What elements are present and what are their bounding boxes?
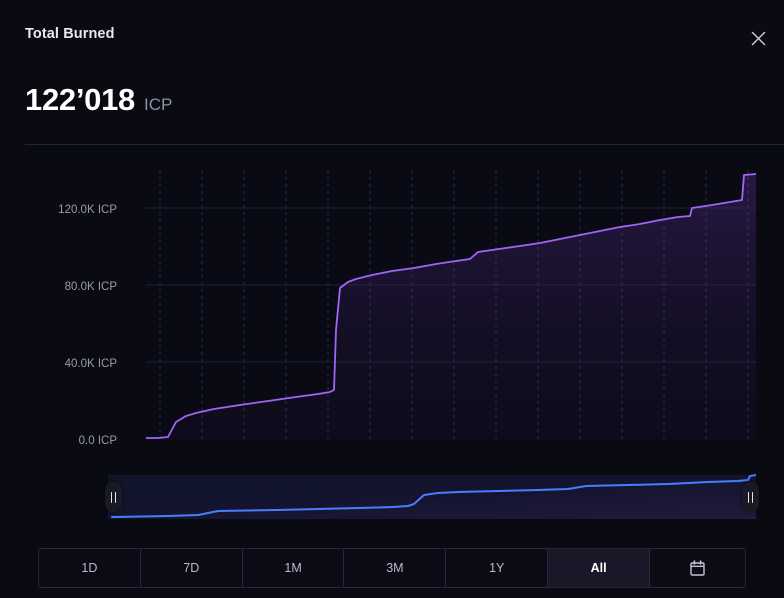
page-title: Total Burned xyxy=(25,26,115,42)
burn-chart[interactable]: 120.0K ICP 80.0K ICP 40.0K ICP 0.0 ICP 2… xyxy=(0,160,784,460)
header-divider xyxy=(25,144,784,145)
chart-range-brush[interactable] xyxy=(108,473,756,521)
calendar-icon[interactable] xyxy=(650,549,745,587)
brush-svg xyxy=(108,473,756,521)
close-icon[interactable] xyxy=(742,22,774,54)
y-tick-label: 120.0K ICP xyxy=(58,204,117,216)
handle-grip-bar xyxy=(115,492,117,503)
total-burned-unit: ICP xyxy=(144,95,172,115)
handle-grip-bar xyxy=(748,492,750,503)
total-burned-value-row: 122’018 ICP xyxy=(25,82,172,118)
handle-grip-bar xyxy=(111,492,113,503)
handle-grip-bar xyxy=(752,492,754,503)
range-button-7d[interactable]: 7D xyxy=(141,549,243,587)
y-tick-label: 0.0 ICP xyxy=(79,435,118,447)
range-selector: 1D 7D 1M 3M 1Y All xyxy=(38,548,746,588)
brush-selection-area[interactable] xyxy=(108,475,756,519)
range-button-1d[interactable]: 1D xyxy=(39,549,141,587)
y-axis-ticks: 120.0K ICP 80.0K ICP 40.0K ICP 0.0 ICP xyxy=(58,204,117,447)
total-burned-panel: Total Burned 122’018 ICP xyxy=(0,0,784,598)
range-button-1y[interactable]: 1Y xyxy=(446,549,548,587)
panel-header: Total Burned xyxy=(0,0,784,72)
burn-chart-svg: 120.0K ICP 80.0K ICP 40.0K ICP 0.0 ICP 2… xyxy=(0,160,784,460)
y-tick-label: 80.0K ICP xyxy=(65,281,118,293)
y-tick-label: 40.0K ICP xyxy=(65,358,118,370)
total-burned-value: 122’018 xyxy=(25,82,135,118)
range-button-3m[interactable]: 3M xyxy=(344,549,446,587)
range-button-all[interactable]: All xyxy=(548,549,650,587)
range-button-1m[interactable]: 1M xyxy=(243,549,345,587)
brush-handle-right[interactable] xyxy=(742,482,759,512)
brush-handle-left[interactable] xyxy=(105,482,122,512)
